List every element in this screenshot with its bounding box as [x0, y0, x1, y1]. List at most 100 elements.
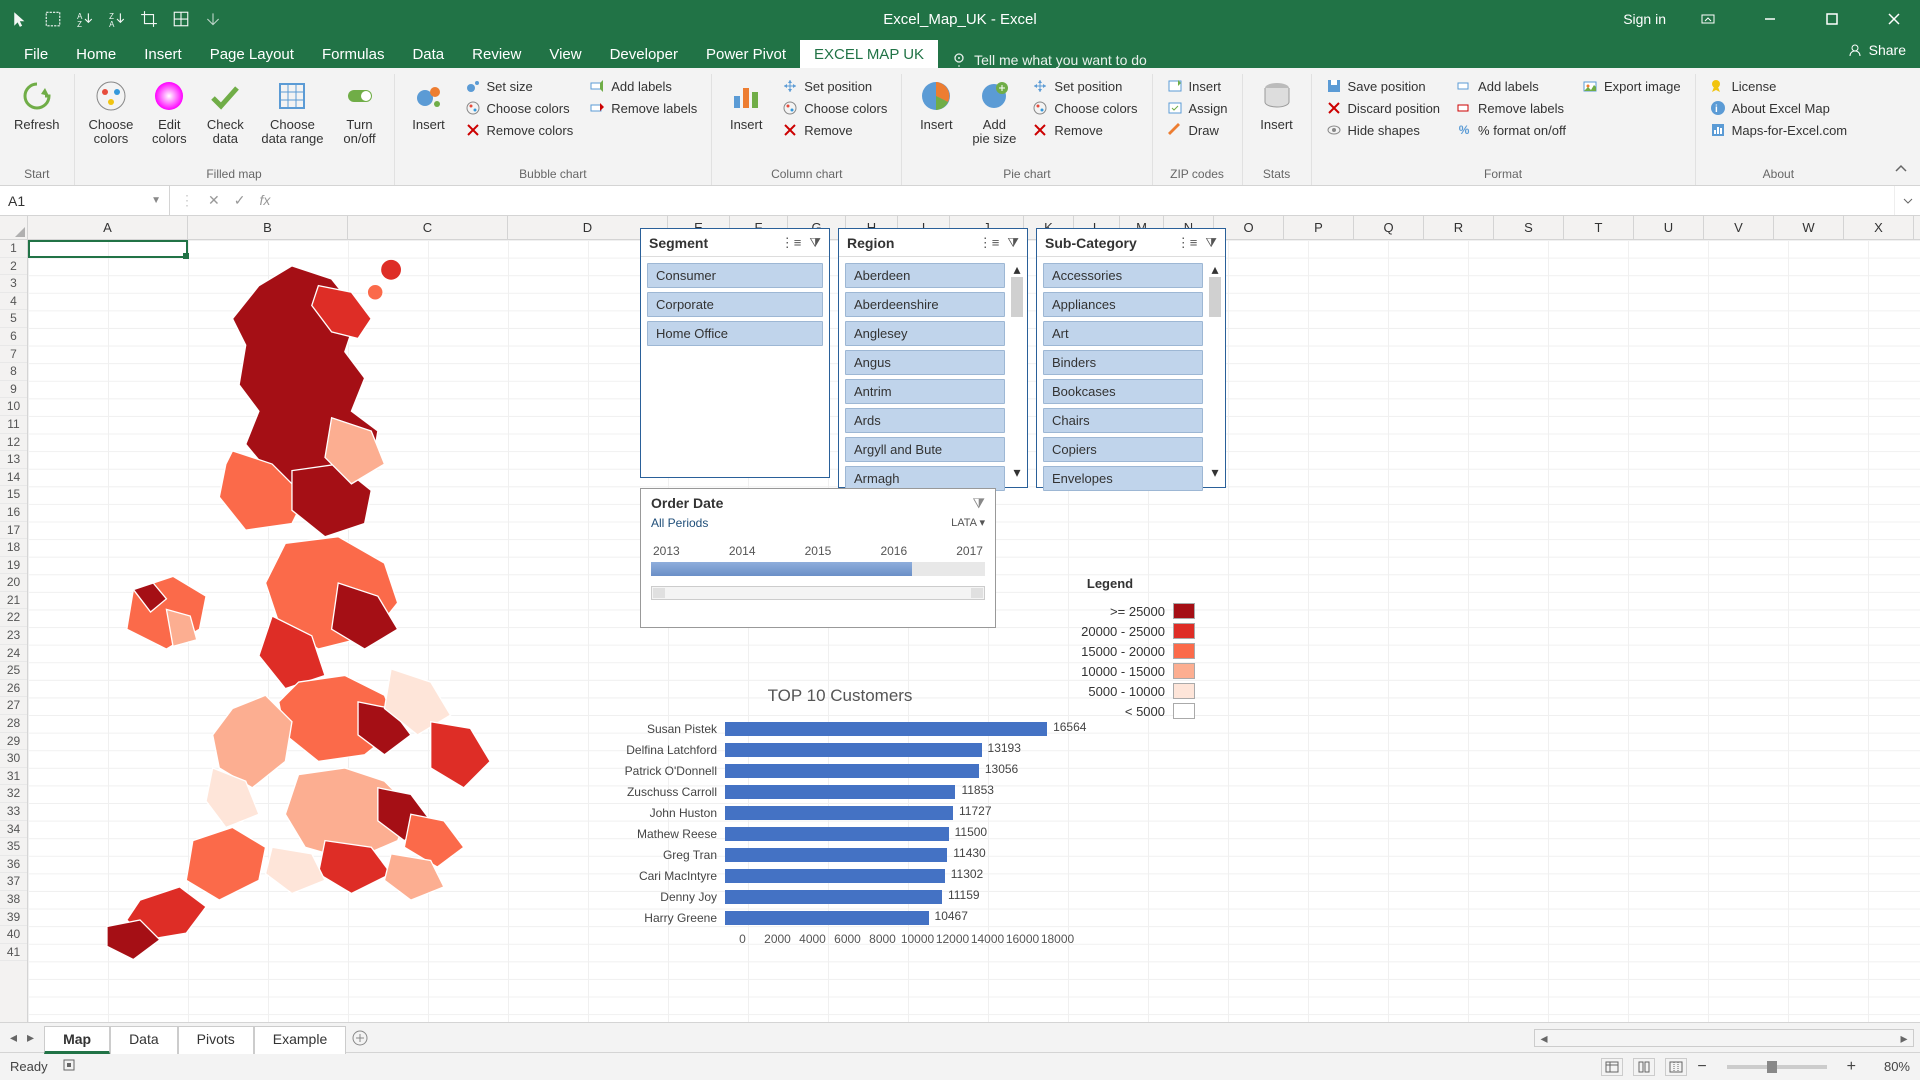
row-header[interactable]: 39 — [0, 909, 27, 927]
row-header[interactable]: 12 — [0, 434, 27, 452]
confirm-icon[interactable]: ✓ — [234, 192, 246, 209]
row-header[interactable]: 13 — [0, 451, 27, 469]
sheet-tab-pivots[interactable]: Pivots — [178, 1026, 254, 1054]
column-header[interactable]: S — [1494, 216, 1564, 239]
clear-timeline-icon[interactable]: ⧩ — [973, 495, 986, 512]
minimize-button[interactable] — [1750, 0, 1790, 38]
row-header[interactable]: 37 — [0, 873, 27, 891]
row-header[interactable]: 27 — [0, 697, 27, 715]
slicer-item[interactable]: Consumer — [647, 263, 823, 288]
name-box[interactable]: A1 ▼ — [0, 186, 170, 215]
pie-remove-button[interactable]: Remove — [1026, 120, 1143, 140]
slicer-scrollbar[interactable]: ▴▾ — [1207, 261, 1223, 481]
add-labels-button[interactable]: Add labels — [583, 76, 703, 96]
row-header[interactable]: 26 — [0, 680, 27, 698]
row-header[interactable]: 20 — [0, 574, 27, 592]
hide-shapes-button[interactable]: Hide shapes — [1320, 120, 1447, 140]
column-header[interactable]: R — [1424, 216, 1494, 239]
row-header[interactable]: 22 — [0, 609, 27, 627]
zip-assign-button[interactable]: Assign — [1161, 98, 1234, 118]
tab-view[interactable]: View — [535, 40, 595, 68]
zoom-slider[interactable] — [1727, 1065, 1827, 1069]
slicer-subcategory[interactable]: Sub-Category ⋮≡⧩ AccessoriesAppliancesAr… — [1036, 228, 1226, 488]
border-icon[interactable] — [44, 10, 62, 28]
row-header[interactable]: 38 — [0, 891, 27, 909]
remove-labels-button[interactable]: Remove labels — [583, 98, 703, 118]
maps-link-button[interactable]: Maps-for-Excel.com — [1704, 120, 1854, 140]
row-header[interactable]: 33 — [0, 803, 27, 821]
column-set-position-button[interactable]: Set position — [776, 76, 893, 96]
row-header[interactable]: 32 — [0, 785, 27, 803]
sheet-tab-example[interactable]: Example — [254, 1026, 346, 1054]
row-header[interactable]: 41 — [0, 944, 27, 962]
column-header[interactable]: Q — [1354, 216, 1424, 239]
macro-record-icon[interactable] — [62, 1058, 78, 1075]
slicer-item[interactable]: Angus — [845, 350, 1005, 375]
row-header[interactable]: 8 — [0, 363, 27, 381]
horizontal-scrollbar[interactable]: ◂▸ — [1534, 1029, 1914, 1047]
page-layout-view-button[interactable] — [1633, 1058, 1655, 1076]
timeline-order-date[interactable]: Order Date⧩ All Periods LATA ▾ 201320142… — [640, 488, 996, 628]
normal-view-button[interactable] — [1601, 1058, 1623, 1076]
sort-desc-icon[interactable]: ZA — [108, 10, 126, 28]
bubble-insert-button[interactable]: Insert — [403, 74, 455, 140]
row-header[interactable]: 7 — [0, 346, 27, 364]
about-excel-map-button[interactable]: iAbout Excel Map — [1704, 98, 1854, 118]
slicer-item[interactable]: Copiers — [1043, 437, 1203, 462]
row-header[interactable]: 11 — [0, 416, 27, 434]
bubble-choose-colors-button[interactable]: Choose colors — [459, 98, 580, 118]
tab-review[interactable]: Review — [458, 40, 535, 68]
multiselect-icon[interactable]: ⋮≡ — [979, 235, 1000, 251]
zip-insert-button[interactable]: Insert — [1161, 76, 1234, 96]
column-choose-colors-button[interactable]: Choose colors — [776, 98, 893, 118]
sheet-tab-map[interactable]: Map — [44, 1026, 110, 1054]
format-add-labels-button[interactable]: Add labels — [1450, 76, 1572, 96]
column-header[interactable]: X — [1844, 216, 1914, 239]
row-header[interactable]: 10 — [0, 398, 27, 416]
row-header[interactable]: 25 — [0, 662, 27, 680]
row-header[interactable]: 23 — [0, 627, 27, 645]
slicer-item[interactable]: Aberdeen — [845, 263, 1005, 288]
slicer-item[interactable]: Antrim — [845, 379, 1005, 404]
row-header[interactable]: 5 — [0, 310, 27, 328]
ribbon-options-icon[interactable] — [1688, 0, 1728, 38]
slicer-item[interactable]: Envelopes — [1043, 466, 1203, 491]
slicer-item[interactable]: Bookcases — [1043, 379, 1203, 404]
row-header[interactable]: 17 — [0, 522, 27, 540]
column-header[interactable]: A — [28, 216, 188, 239]
row-header[interactable]: 6 — [0, 328, 27, 346]
slicer-region[interactable]: Region ⋮≡⧩ AberdeenAberdeenshireAnglesey… — [838, 228, 1028, 488]
tab-data[interactable]: Data — [398, 40, 458, 68]
zoom-level[interactable]: 80% — [1866, 1059, 1910, 1074]
row-header[interactable]: 31 — [0, 768, 27, 786]
tab-power-pivot[interactable]: Power Pivot — [692, 40, 800, 68]
column-header[interactable]: P — [1284, 216, 1354, 239]
format-remove-labels-button[interactable]: Remove labels — [1450, 98, 1572, 118]
slicer-item[interactable]: Home Office — [647, 321, 823, 346]
slicer-item[interactable]: Appliances — [1043, 292, 1203, 317]
slicer-item[interactable]: Art — [1043, 321, 1203, 346]
fx-icon[interactable]: fx — [259, 192, 270, 209]
slicer-item[interactable]: Aberdeenshire — [845, 292, 1005, 317]
pie-set-position-button[interactable]: Set position — [1026, 76, 1143, 96]
zip-draw-button[interactable]: Draw — [1161, 120, 1234, 140]
row-header[interactable]: 34 — [0, 821, 27, 839]
column-header[interactable]: C — [348, 216, 508, 239]
turn-onoff-button[interactable]: Turn on/off — [334, 74, 386, 149]
qat-customize-icon[interactable] — [204, 10, 222, 28]
check-data-button[interactable]: Check data — [199, 74, 251, 149]
crop-icon[interactable] — [140, 10, 158, 28]
row-header[interactable]: 36 — [0, 856, 27, 874]
zoom-in-button[interactable]: + — [1847, 1058, 1856, 1076]
close-button[interactable] — [1874, 0, 1914, 38]
sort-asc-icon[interactable]: AZ — [76, 10, 94, 28]
column-insert-button[interactable]: Insert — [720, 74, 772, 140]
export-image-button[interactable]: Export image — [1576, 76, 1687, 96]
row-header[interactable]: 2 — [0, 258, 27, 276]
chevron-down-icon[interactable]: ▼ — [151, 195, 161, 206]
slicer-item[interactable]: Accessories — [1043, 263, 1203, 288]
license-button[interactable]: License — [1704, 76, 1854, 96]
page-break-view-button[interactable] — [1665, 1058, 1687, 1076]
row-header[interactable]: 24 — [0, 645, 27, 663]
row-header[interactable]: 19 — [0, 557, 27, 575]
